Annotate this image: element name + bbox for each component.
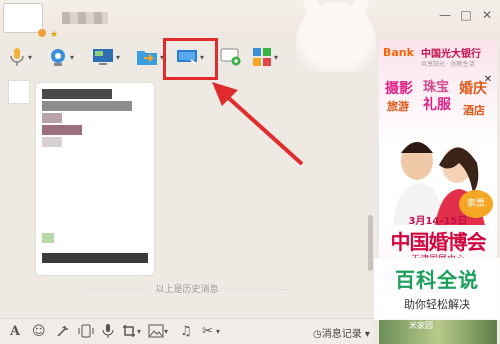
ad-word: 摄影 — [385, 81, 413, 97]
emoji-icon[interactable]: ☺ — [32, 324, 46, 340]
contact-name-blurred — [62, 12, 108, 24]
star-icon: ★ — [50, 30, 59, 40]
contact-avatar[interactable] — [3, 3, 46, 37]
ad-bottom-text: 米家园 — [409, 321, 433, 330]
magic-icon[interactable] — [56, 324, 70, 343]
blurred-text — [42, 101, 132, 111]
red-arrow-annotation — [212, 82, 304, 166]
screenshot-icon[interactable] — [122, 324, 138, 343]
history-divider-label: 以上是历史消息 — [0, 282, 374, 295]
ad-bank-logo: Bank — [383, 46, 414, 59]
ad-word: 酒店 — [463, 104, 485, 117]
message-history-button[interactable]: ◷消息记录 ▾ — [313, 325, 370, 340]
input-toolbar: A ☺ ▾ ▾ ♫ ✂ ▾ ◷消息记录 ▾ — [0, 318, 374, 344]
watermark: 百科全说 助你轻松解决 — [374, 258, 500, 320]
webcam-icon — [51, 49, 65, 66]
ad-bank-slogan: 共享阳光 · 创新生活 — [421, 61, 475, 68]
video-call-button[interactable]: ▾ — [48, 42, 82, 72]
blurred-message-bubble — [36, 83, 154, 275]
ad-bank-name: 中国光大银行 — [421, 49, 481, 60]
blurred-text — [42, 89, 112, 99]
voice-message-icon[interactable] — [102, 324, 114, 343]
ad-date: 3月14-15日 — [408, 216, 468, 227]
monitor-icon — [93, 49, 113, 65]
folder-icon — [137, 51, 157, 65]
chevron-down-icon[interactable]: ▾ — [28, 53, 32, 62]
watermark-subtitle: 助你轻松解决 — [404, 298, 470, 311]
blurred-text — [42, 253, 148, 263]
chat-add-icon — [220, 48, 241, 66]
blurred-text — [42, 113, 62, 123]
music-icon[interactable]: ♫ — [180, 324, 192, 340]
blurred-text — [42, 233, 54, 243]
chevron-down-icon[interactable]: ▾ — [137, 327, 141, 336]
apps-button[interactable]: ▾ — [252, 42, 286, 72]
scissors-icon[interactable]: ✂ — [202, 324, 213, 340]
close-icon[interactable]: ✕ — [480, 8, 494, 22]
chevron-down-icon[interactable]: ▾ — [116, 53, 120, 62]
shake-icon[interactable] — [78, 324, 94, 343]
watermark-title: 百科全说 — [395, 268, 479, 292]
chat-scrollbar[interactable] — [368, 215, 373, 271]
chevron-down-icon[interactable]: ▾ — [164, 327, 168, 336]
voice-call-button[interactable]: ▾ — [8, 42, 42, 72]
maximize-icon[interactable]: □ — [459, 8, 473, 22]
blurred-text — [42, 137, 62, 147]
ad-word: 礼服 — [423, 97, 451, 113]
create-discussion-button[interactable] — [220, 42, 254, 72]
ad-bottom-banner: 米家园 — [379, 318, 497, 344]
ad-word: 旅游 — [387, 100, 409, 113]
chevron-down-icon[interactable]: ▾ — [274, 53, 278, 62]
remote-desktop-button[interactable]: ▾ — [92, 42, 126, 72]
microphone-icon — [10, 48, 24, 66]
screen-share-highlight-box — [163, 38, 218, 80]
minimize-icon[interactable]: — — [438, 8, 452, 22]
chevron-down-icon[interactable]: ▾ — [216, 327, 220, 336]
font-icon[interactable]: A — [10, 324, 20, 340]
chevron-down-icon[interactable]: ▾ — [70, 53, 74, 62]
avatar[interactable] — [8, 80, 30, 104]
apps-grid-icon — [253, 48, 271, 66]
image-icon[interactable] — [148, 324, 164, 343]
title-bar: ★ — □ ✕ — [0, 0, 500, 72]
ad-word: 婚庆 — [459, 81, 487, 97]
ad-expo-title: 中国婚博会 — [390, 230, 487, 254]
blurred-text — [42, 125, 82, 135]
ad-word: 珠宝 — [423, 80, 450, 95]
